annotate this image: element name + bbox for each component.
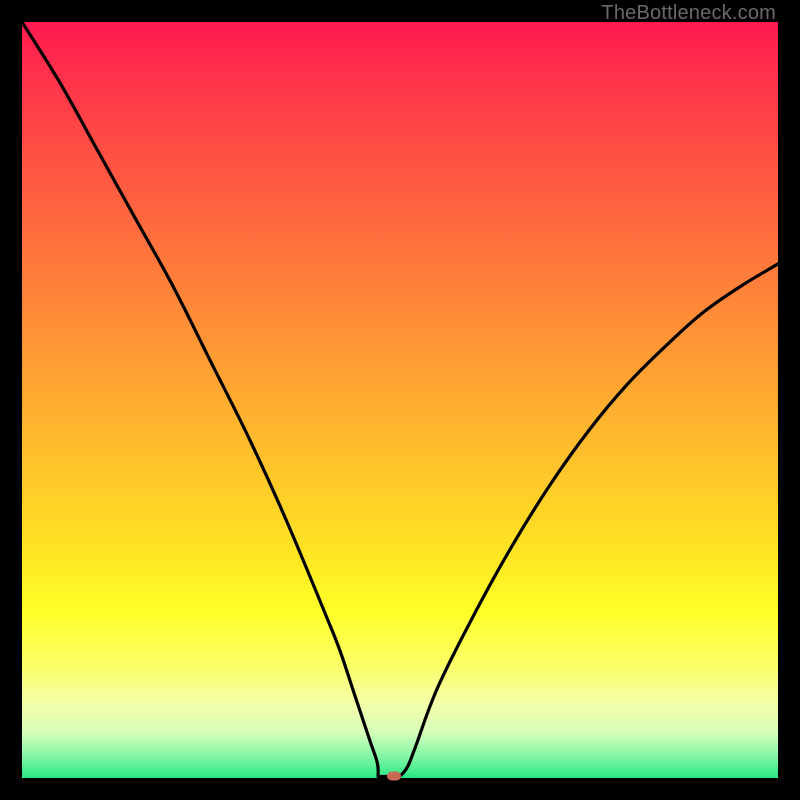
minimum-marker	[387, 772, 401, 781]
chart-frame: TheBottleneck.com	[0, 0, 800, 800]
plot-area	[22, 22, 778, 778]
bottleneck-curve	[22, 22, 778, 778]
watermark-text: TheBottleneck.com	[601, 2, 776, 25]
